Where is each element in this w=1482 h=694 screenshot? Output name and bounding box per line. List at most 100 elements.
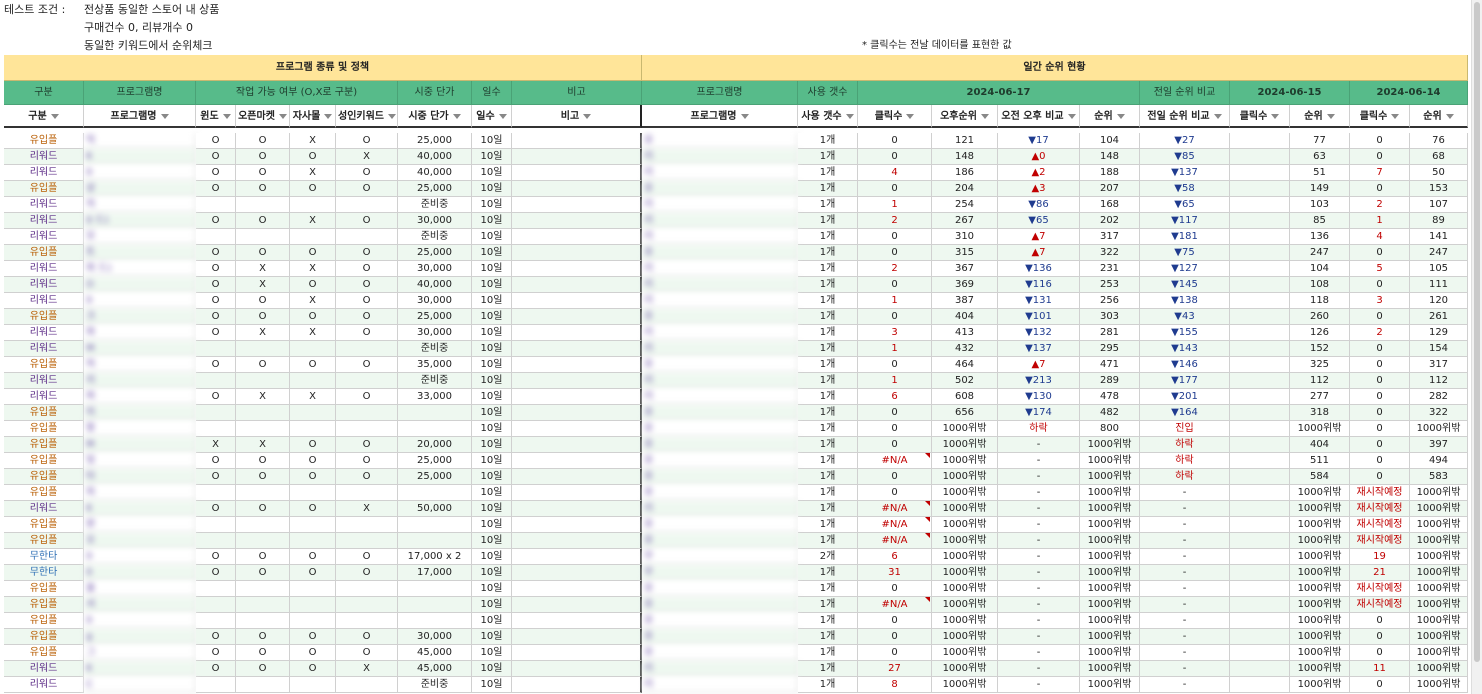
column-header-17[interactable]: 순위: [1290, 105, 1350, 128]
table-cell: 10일: [472, 149, 512, 165]
filter-dropdown-icon[interactable]: [1067, 113, 1076, 119]
filter-dropdown-icon[interactable]: [1326, 113, 1335, 119]
table-cell: O: [196, 165, 236, 181]
table-cell: O: [236, 549, 290, 565]
table-cell: [236, 197, 290, 213]
filter-dropdown-icon[interactable]: [583, 113, 592, 119]
filter-dropdown-icon[interactable]: [1116, 113, 1125, 119]
table-cell: 1개: [798, 597, 858, 613]
filter-dropdown-icon[interactable]: [845, 113, 854, 119]
table-cell: O: [84, 277, 196, 293]
table-cell: [236, 229, 290, 245]
filter-dropdown-icon[interactable]: [906, 113, 915, 119]
table-cell: O: [236, 629, 290, 645]
table-cell: 17,000 x 2: [398, 549, 472, 565]
filter-dropdown-icon[interactable]: [222, 113, 231, 119]
table-cell: 재시작예정: [1350, 581, 1410, 597]
table-cell: 318: [1290, 405, 1350, 421]
table-cell: O: [336, 133, 398, 149]
table-cell: 1000위밖: [932, 597, 998, 613]
filter-dropdown-icon[interactable]: [740, 113, 749, 119]
table-cell: #N/A: [858, 517, 932, 533]
vertical-scrollbar[interactable]: [1471, 0, 1482, 694]
table-cell: -: [998, 437, 1080, 453]
table-cell: 267: [932, 213, 998, 229]
table-cell: 50: [1410, 165, 1468, 181]
table-cell: -: [998, 453, 1080, 469]
column-header-15[interactable]: 전일 순위 비교: [1140, 105, 1230, 128]
filter-dropdown-icon[interactable]: [1213, 113, 1222, 119]
table-cell: 히: [84, 197, 196, 213]
table-cell: [1230, 309, 1290, 325]
column-header-5[interactable]: 성인키워드: [336, 105, 398, 128]
column-header-14[interactable]: 순위: [1080, 105, 1140, 128]
table-cell: 그: [84, 645, 196, 661]
column-header-13[interactable]: 오전 오후 비교: [998, 105, 1080, 128]
table-cell: 10일: [472, 405, 512, 421]
table-cell: 재시작예정: [1350, 597, 1410, 613]
filter-dropdown-icon[interactable]: [160, 113, 169, 119]
column-header-0[interactable]: 구분: [4, 105, 84, 128]
column-header-3[interactable]: 오픈마켓: [236, 105, 290, 128]
table-cell: [1230, 245, 1290, 261]
table-cell: 1개: [798, 341, 858, 357]
column-header-6[interactable]: 시중 단가: [398, 105, 472, 128]
column-header-18[interactable]: 클릭수: [1350, 105, 1410, 128]
filter-dropdown-icon[interactable]: [1445, 113, 1454, 119]
table-cell: [336, 373, 398, 389]
table-cell: 1개: [798, 437, 858, 453]
filter-dropdown-icon[interactable]: [278, 113, 287, 119]
filter-dropdown-icon[interactable]: [324, 113, 333, 119]
column-header-label: 성인키워드: [338, 111, 384, 122]
scrollbar-thumb[interactable]: [1474, 2, 1480, 662]
table-cell: 0: [1350, 437, 1410, 453]
table-cell: X: [290, 213, 336, 229]
table-cell: [336, 485, 398, 501]
filter-dropdown-icon[interactable]: [388, 113, 396, 119]
filter-dropdown-icon[interactable]: [50, 113, 59, 119]
table-cell: [1230, 629, 1290, 645]
table-cell: 준비중: [398, 373, 472, 389]
table-cell: 303: [1080, 309, 1140, 325]
table-cell: 유입플: [4, 133, 84, 149]
column-header-9[interactable]: 프로그램명: [642, 105, 798, 128]
column-header-19[interactable]: 순위: [1410, 105, 1468, 128]
filter-dropdown-icon[interactable]: [452, 113, 461, 119]
table-cell: 413: [932, 325, 998, 341]
column-header-12[interactable]: 오후순위: [932, 105, 998, 128]
column-header-1[interactable]: 프로그램명: [84, 105, 196, 128]
table-cell: 유: [642, 469, 798, 485]
column-header-7[interactable]: 일수: [472, 105, 512, 128]
filter-dropdown-icon[interactable]: [980, 113, 989, 119]
table-cell: 0: [1350, 645, 1410, 661]
table-cell: O: [196, 501, 236, 517]
column-header-2[interactable]: 윈도: [196, 105, 236, 128]
table-cell: 152: [1290, 341, 1350, 357]
table-cell: 재시작예정: [1350, 501, 1410, 517]
table-cell: 256: [1080, 293, 1140, 309]
condition-line-3: 동일한 키워드에서 순위체크: [84, 39, 213, 52]
table-cell: O: [196, 325, 236, 341]
table-cell: 1000위밖: [932, 661, 998, 677]
table-cell: 1: [858, 373, 932, 389]
table-cell: 1개: [798, 485, 858, 501]
table-cell: [290, 197, 336, 213]
column-header-8[interactable]: 비고: [512, 105, 642, 128]
filter-dropdown-icon[interactable]: [498, 113, 507, 119]
column-header-10[interactable]: 사용 갯수: [798, 105, 858, 128]
table-cell: 1: [1350, 213, 1410, 229]
table-cell: -: [1140, 645, 1230, 661]
filter-dropdown-icon[interactable]: [1391, 113, 1400, 119]
table-cell: 허: [84, 357, 196, 373]
filter-dropdown-icon[interactable]: [1271, 113, 1280, 119]
column-header-16[interactable]: 클릭수: [1230, 105, 1290, 128]
table-cell: 204: [932, 181, 998, 197]
column-header-11[interactable]: 클릭수: [858, 105, 932, 128]
table-cell: 511: [1290, 453, 1350, 469]
column-header-4[interactable]: 자사몰: [290, 105, 336, 128]
table-cell: 리워드: [4, 501, 84, 517]
table-cell: 40,000: [398, 165, 472, 181]
table-cell: 17,000: [398, 565, 472, 581]
group-header-price: 시중 단가: [398, 81, 472, 105]
table-cell: 리: [642, 229, 798, 245]
